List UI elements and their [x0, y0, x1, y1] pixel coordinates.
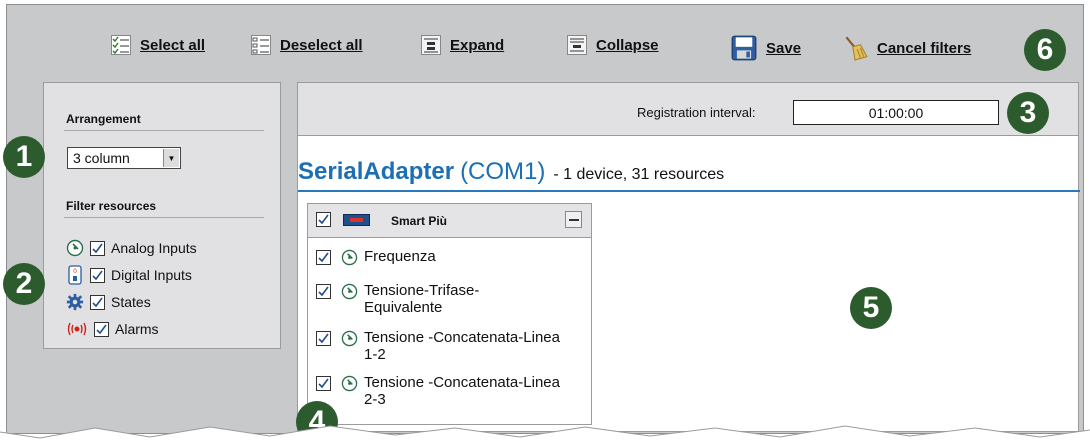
resource-checkbox[interactable] — [316, 376, 331, 391]
resource-label: Tensione-Trifase-Equivalente — [364, 282, 480, 316]
callout-3: 3 — [1007, 92, 1049, 134]
filter-analog-inputs: Analog Inputs — [66, 239, 197, 257]
adapter-summary: - 1 device, 31 resources — [553, 166, 725, 183]
resource-label: Tensione -Concatenata-Linea 2-3 — [364, 374, 560, 408]
collapse-button[interactable]: Collapse — [567, 35, 659, 55]
alarm-icon — [66, 320, 88, 338]
filter-digital-inputs: 0 Digital Inputs — [66, 265, 192, 285]
adapter-name: SerialAdapter — [298, 158, 455, 185]
select-all-button[interactable]: Select all — [111, 35, 205, 55]
application-window: Select all Deselect all Expand Collapse … — [3, 4, 1084, 443]
broom-icon — [845, 36, 868, 61]
svg-text:0: 0 — [73, 268, 77, 275]
device-header: Smart Più — [308, 204, 591, 238]
list-item: Frequenza — [316, 248, 574, 271]
callout-1: 1 — [3, 136, 45, 178]
list-item: Tensione-Trifase-Equivalente — [316, 282, 514, 316]
divider — [64, 130, 264, 131]
collapse-device-button[interactable] — [565, 211, 582, 228]
main-panel: Registration interval: 01:00:00 SerialAd… — [297, 82, 1080, 432]
toolbar: Select all Deselect all Expand Collapse … — [7, 5, 1083, 80]
floppy-disk-icon — [731, 35, 757, 61]
digital-inputs-checkbox[interactable] — [90, 267, 105, 283]
device-meter-icon — [343, 214, 370, 226]
analog-inputs-label: Analog Inputs — [111, 240, 197, 256]
registration-bar: Registration interval: 01:00:00 — [298, 83, 1078, 136]
resource-checkbox[interactable] — [316, 331, 331, 346]
callout-5: 5 — [850, 287, 892, 329]
analog-gauge-icon — [341, 283, 358, 305]
analog-gauge-icon — [341, 375, 358, 397]
registration-interval-input[interactable]: 01:00:00 — [793, 100, 999, 125]
list-item: Tensione -Concatenata-Linea 2-3 — [316, 374, 564, 408]
select-all-label: Select all — [140, 36, 206, 54]
resource-label: Tensione -Concatenata-Linea 1-2 — [364, 329, 560, 363]
filter-alarms: Alarms — [66, 320, 159, 338]
filter-resources-title: Filter resources — [66, 199, 157, 213]
arrangement-value: 3 column — [73, 150, 130, 166]
save-label: Save — [766, 39, 802, 57]
arrangement-title: Arrangement — [66, 112, 141, 126]
resource-checkbox[interactable] — [316, 250, 331, 265]
analog-gauge-icon — [341, 330, 358, 352]
adapter-header: SerialAdapter (COM1) - 1 device, 31 reso… — [298, 158, 724, 186]
left-panel: Arrangement 3 column ▼ Filter resources … — [43, 82, 281, 349]
cancel-filters-label: Cancel filters — [877, 39, 972, 57]
torn-edge — [0, 425, 1090, 443]
list-item: Tensione -Concatenata-Linea 1-2 — [316, 329, 564, 363]
callout-6: 6 — [1024, 29, 1066, 71]
select-all-icon — [111, 35, 131, 55]
expand-icon — [421, 35, 441, 55]
arrangement-select[interactable]: 3 column ▼ — [67, 147, 181, 169]
expand-button[interactable]: Expand — [421, 35, 504, 55]
chevron-down-icon[interactable]: ▼ — [163, 149, 179, 167]
resource-checkbox[interactable] — [316, 284, 331, 299]
deselect-all-label: Deselect all — [280, 36, 363, 54]
deselect-all-icon — [251, 35, 271, 55]
deselect-all-button[interactable]: Deselect all — [251, 35, 363, 55]
device-card: Smart Più Frequenza Tensione-Trifase-Equ… — [307, 203, 592, 425]
digital-inputs-label: Digital Inputs — [111, 267, 192, 283]
save-button[interactable]: Save — [731, 35, 801, 61]
states-checkbox[interactable] — [90, 294, 105, 310]
expand-label: Expand — [450, 36, 505, 54]
analog-gauge-icon — [66, 239, 84, 257]
registration-interval-label: Registration interval: — [637, 105, 756, 120]
alarms-checkbox[interactable] — [94, 321, 109, 337]
device-name: Smart Più — [391, 214, 448, 228]
digital-switch-icon: 0 — [66, 265, 84, 285]
divider — [64, 217, 264, 218]
adapter-port: (COM1) — [460, 158, 546, 185]
states-label: States — [111, 294, 151, 310]
resource-label: Frequenza — [364, 248, 436, 265]
gear-icon — [66, 293, 84, 311]
analog-inputs-checkbox[interactable] — [90, 240, 105, 256]
callout-2: 2 — [3, 263, 45, 305]
analog-gauge-icon — [341, 249, 358, 271]
alarms-label: Alarms — [115, 321, 159, 337]
cancel-filters-button[interactable]: Cancel filters — [842, 35, 971, 61]
collapse-icon — [567, 35, 587, 55]
collapse-label: Collapse — [596, 36, 659, 54]
divider — [298, 190, 1080, 192]
device-checkbox[interactable] — [316, 212, 331, 227]
filter-states: States — [66, 293, 151, 311]
